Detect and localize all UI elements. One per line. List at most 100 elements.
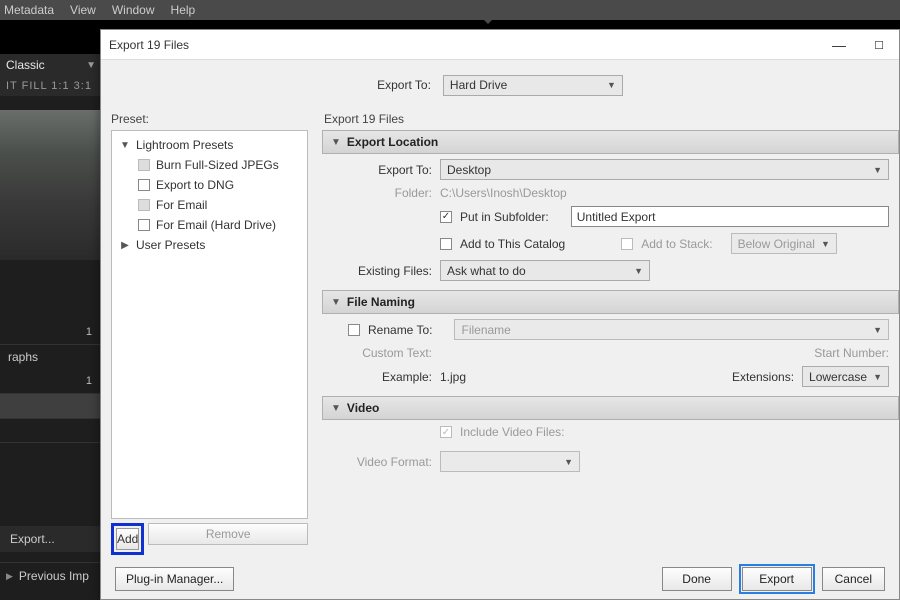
include-video-checkbox: ✓: [440, 426, 452, 438]
select-value: Below Original: [738, 237, 815, 251]
navigator-thumbnail[interactable]: [0, 110, 100, 260]
preset-list[interactable]: ▼ Lightroom Presets Burn Full-Sized JPEG…: [111, 130, 308, 519]
custom-text-label: Custom Text:: [332, 346, 432, 360]
section-title: File Naming: [347, 295, 415, 309]
preset-export-dng[interactable]: Export to DNG: [116, 175, 303, 195]
menu-metadata[interactable]: Metadata: [4, 3, 54, 17]
section-title: Video: [347, 401, 379, 415]
section-file-naming[interactable]: ▼ File Naming: [322, 290, 899, 314]
checkbox-icon: [138, 199, 150, 211]
count-1: 1: [0, 320, 100, 344]
add-stack-checkbox: [621, 238, 633, 250]
disclosure-right-icon: ▶: [120, 240, 130, 251]
panel-item[interactable]: [0, 393, 100, 418]
chevron-down-icon: ▼: [558, 457, 573, 467]
preset-item-label: Burn Full-Sized JPEGs: [156, 158, 279, 172]
preset-group-user[interactable]: ▶ User Presets: [116, 235, 303, 255]
rename-label: Rename To:: [368, 323, 432, 337]
add-catalog-checkbox[interactable]: [440, 238, 452, 250]
menu-help[interactable]: Help: [171, 3, 196, 17]
section-export-location[interactable]: ▼ Export Location: [322, 130, 899, 154]
export-button[interactable]: Export: [742, 567, 812, 591]
video-format-select: ▼: [440, 451, 580, 472]
disclosure-down-icon: ▼: [331, 403, 341, 414]
disclosure-down-icon: ▼: [331, 297, 341, 308]
disclosure-down-icon: ▼: [331, 137, 341, 148]
dialog-bottom-bar: Plug-in Manager... Done Export Cancel: [101, 559, 899, 599]
export-to-row: Export To: Hard Drive ▼: [101, 60, 899, 110]
extensions-label: Extensions:: [732, 370, 794, 384]
preset-for-email-hd[interactable]: For Email (Hard Drive): [116, 215, 303, 235]
module-picker[interactable]: Classic ▼: [0, 54, 100, 76]
zoom-ratios[interactable]: IT FILL 1:1 3:1: [0, 76, 100, 96]
settings-column: Export 19 Files ▼ Export Location Export…: [316, 110, 899, 559]
section-title: Export Location: [347, 135, 438, 149]
export-to-label: Export To:: [377, 78, 431, 92]
include-video-label: Include Video Files:: [460, 425, 565, 439]
play-icon: ▶: [6, 571, 13, 582]
extensions-select[interactable]: Lowercase ▼: [802, 366, 889, 387]
folder-path: C:\Users\Inosh\Desktop: [440, 186, 567, 200]
preset-column: Preset: ▼ Lightroom Presets Burn Full-Si…: [101, 110, 316, 559]
export-to-label: Export To:: [332, 163, 432, 177]
count-2: 1: [0, 369, 100, 393]
export-to-value: Hard Drive: [450, 78, 507, 92]
rename-checkbox[interactable]: [348, 324, 360, 336]
chevron-down-icon: ▼: [815, 239, 830, 249]
export-dialog: Export 19 Files — ☐ Export To: Hard Driv…: [100, 29, 900, 600]
select-value: Desktop: [447, 163, 491, 177]
export-to-folder-select[interactable]: Desktop ▼: [440, 159, 889, 180]
chevron-down-icon: ▼: [867, 325, 882, 335]
done-button[interactable]: Done: [662, 567, 732, 591]
select-value: Ask what to do: [447, 264, 526, 278]
module-label: Classic: [6, 58, 45, 72]
chevron-down-icon: ▼: [867, 165, 882, 175]
add-highlight: Add: [111, 523, 144, 555]
select-value: Lowercase: [809, 370, 867, 384]
remove-button: Remove: [148, 523, 308, 545]
checkbox-icon: [138, 179, 150, 191]
export-button-left[interactable]: Export...: [0, 526, 100, 552]
existing-files-label: Existing Files:: [332, 264, 432, 278]
chevron-down-icon: ▼: [601, 80, 616, 90]
chevron-down-icon: ▼: [628, 266, 643, 276]
subfolder-input[interactable]: [571, 206, 889, 227]
minimize-button[interactable]: —: [819, 30, 859, 60]
subfolder-label: Put in Subfolder:: [460, 210, 549, 224]
preset-group-label: User Presets: [136, 238, 205, 252]
left-panel: Classic ▼ IT FILL 1:1 3:1 1 raphs 1 Expo…: [0, 54, 100, 600]
settings-scroll[interactable]: ▼ Export Location Export To: Desktop ▼ F…: [322, 130, 899, 559]
section-video[interactable]: ▼ Video: [322, 396, 899, 420]
subfolder-checkbox[interactable]: ✓: [440, 211, 452, 223]
preset-item-label: Export to DNG: [156, 178, 234, 192]
video-format-label: Video Format:: [332, 455, 432, 469]
toolbar-indicator-icon: [480, 16, 496, 24]
plugin-manager-button[interactable]: Plug-in Manager...: [115, 567, 234, 591]
dialog-titlebar[interactable]: Export 19 Files — ☐: [101, 30, 899, 60]
settings-heading: Export 19 Files: [322, 110, 899, 130]
preset-item-label: For Email: [156, 198, 207, 212]
dialog-title: Export 19 Files: [109, 38, 189, 52]
cancel-button[interactable]: Cancel: [822, 567, 885, 591]
preset-for-email[interactable]: For Email: [116, 195, 303, 215]
select-value: [447, 455, 450, 469]
add-button[interactable]: Add: [116, 528, 139, 550]
chevron-down-icon: ▼: [867, 372, 882, 382]
example-value: 1.jpg: [440, 370, 466, 384]
menu-view[interactable]: View: [70, 3, 96, 17]
menu-window[interactable]: Window: [112, 3, 155, 17]
preset-group-label: Lightroom Presets: [136, 138, 233, 152]
previous-import[interactable]: ▶ Previous Imp: [0, 562, 100, 589]
chevron-down-icon: ▼: [86, 60, 100, 71]
start-number-label: Start Number:: [814, 346, 889, 360]
preset-item-label: For Email (Hard Drive): [156, 218, 276, 232]
export-to-select[interactable]: Hard Drive ▼: [443, 75, 623, 96]
add-stack-label: Add to Stack:: [641, 237, 712, 251]
preset-group-lightroom[interactable]: ▼ Lightroom Presets: [116, 135, 303, 155]
panel-graphs[interactable]: raphs: [0, 344, 100, 369]
app-menubar[interactable]: Metadata View Window Help: [0, 0, 900, 20]
preset-burn-jpegs[interactable]: Burn Full-Sized JPEGs: [116, 155, 303, 175]
folder-label: Folder:: [332, 186, 432, 200]
maximize-button[interactable]: ☐: [859, 30, 899, 60]
existing-files-select[interactable]: Ask what to do ▼: [440, 260, 650, 281]
